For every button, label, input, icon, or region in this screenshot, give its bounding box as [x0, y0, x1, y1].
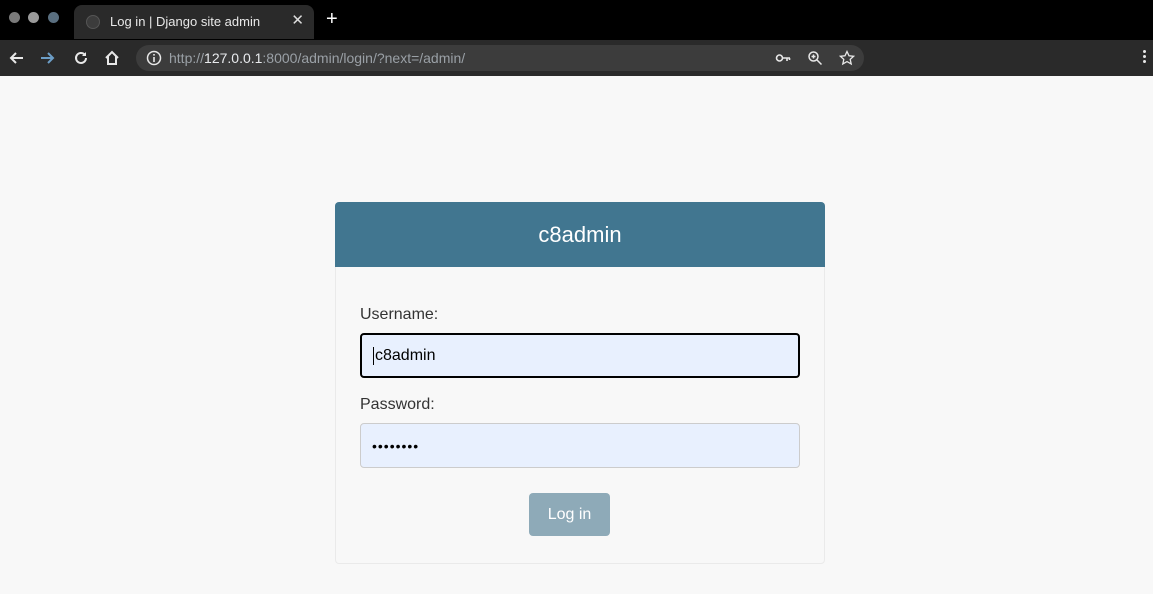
browser-toolbar: http://127.0.0.1:8000/admin/login/?next=…	[0, 40, 1153, 76]
browser-chrome: Log in | Django site admin ✕ + http://12…	[0, 0, 1153, 76]
star-icon[interactable]	[839, 50, 855, 66]
minimize-window-icon[interactable]	[28, 12, 39, 23]
page-content: c8admin Username: c8admin Password: ••••…	[0, 76, 1153, 594]
username-input[interactable]: c8admin	[360, 333, 800, 378]
back-icon[interactable]	[4, 46, 28, 70]
browser-tab[interactable]: Log in | Django site admin ✕	[74, 5, 314, 39]
reload-icon[interactable]	[69, 46, 93, 70]
password-input[interactable]: ••••••••	[360, 423, 800, 468]
url-text[interactable]: http://127.0.0.1:8000/admin/login/?next=…	[169, 50, 465, 66]
username-label: Username:	[360, 306, 439, 323]
new-tab-icon[interactable]: +	[326, 9, 338, 29]
text-caret	[373, 346, 374, 365]
tab-strip: Log in | Django site admin ✕ +	[0, 0, 1153, 40]
address-bar[interactable]: http://127.0.0.1:8000/admin/login/?next=…	[136, 45, 864, 71]
password-value: ••••••••	[372, 437, 420, 454]
info-icon[interactable]	[146, 50, 162, 66]
tab-title: Log in | Django site admin	[110, 14, 261, 29]
globe-icon	[86, 15, 100, 29]
url-prefix: http://	[169, 50, 205, 66]
zoom-icon[interactable]	[807, 50, 823, 66]
login-button[interactable]: Log in	[529, 493, 610, 536]
menu-icon[interactable]	[1143, 50, 1147, 65]
tab-close-icon[interactable]: ✕	[291, 11, 304, 29]
site-name: c8admin	[538, 221, 622, 247]
forward-icon[interactable]	[36, 46, 60, 70]
key-icon[interactable]	[775, 50, 791, 66]
url-host: 127.0.0.1	[204, 50, 263, 66]
url-path: :8000/admin/login/?next=/admin/	[262, 50, 466, 66]
maximize-window-icon[interactable]	[48, 12, 59, 23]
home-icon[interactable]	[100, 46, 124, 70]
username-value: c8admin	[375, 346, 436, 364]
login-panel: c8admin Username: c8admin Password: ••••…	[335, 202, 825, 564]
password-label: Password:	[360, 396, 435, 413]
close-window-icon[interactable]	[9, 12, 20, 23]
login-header: c8admin	[335, 202, 825, 267]
